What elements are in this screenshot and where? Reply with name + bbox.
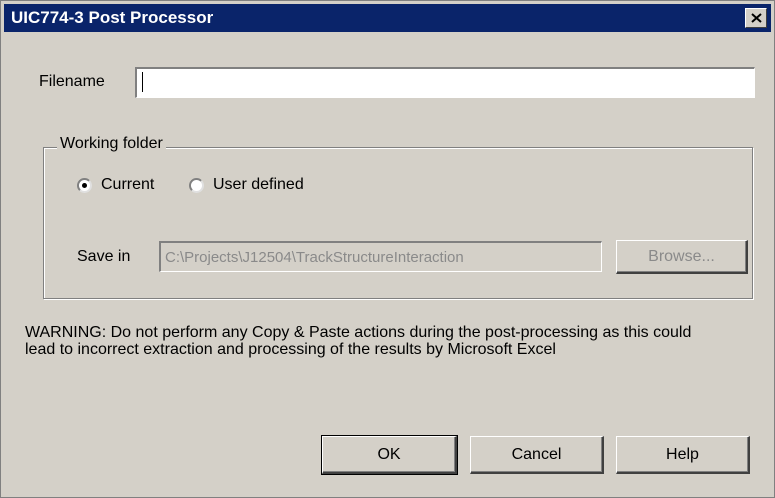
radio-user-defined[interactable] <box>189 178 204 193</box>
browse-button: Browse... <box>616 240 748 274</box>
radio-user-defined-label[interactable]: User defined <box>213 176 304 194</box>
radio-current[interactable] <box>77 178 92 193</box>
working-folder-legend: Working folder <box>57 135 166 153</box>
save-in-path-field <box>159 241 602 272</box>
help-button-label: Help <box>666 446 699 463</box>
browse-button-label: Browse... <box>648 248 715 265</box>
post-processor-dialog: UIC774-3 Post Processor Filename Working… <box>0 0 775 498</box>
radio-current-label[interactable]: Current <box>101 176 154 194</box>
window-title: UIC774-3 Post Processor <box>11 8 214 27</box>
cancel-button[interactable]: Cancel <box>470 436 604 474</box>
ok-button[interactable]: OK <box>321 435 458 475</box>
radio-selected-dot <box>82 183 87 188</box>
text-caret <box>142 72 143 92</box>
working-folder-group <box>43 147 753 299</box>
title-bar[interactable]: UIC774-3 Post Processor <box>4 4 771 32</box>
filename-input[interactable] <box>135 67 755 98</box>
warning-text: WARNING: Do not perform any Copy & Paste… <box>25 324 692 358</box>
save-in-label: Save in <box>77 248 131 265</box>
cancel-button-label: Cancel <box>511 446 562 463</box>
close-button[interactable] <box>745 8 767 28</box>
close-icon <box>751 13 762 23</box>
filename-label: Filename <box>39 73 105 90</box>
help-button[interactable]: Help <box>616 436 750 474</box>
ok-button-label: OK <box>377 446 401 463</box>
